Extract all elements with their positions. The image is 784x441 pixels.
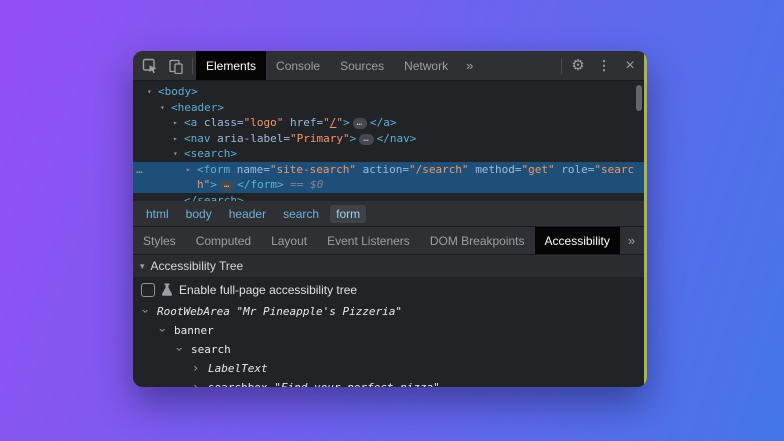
enable-full-page-checkbox[interactable] xyxy=(141,283,155,297)
collapsed-content-ellipsis-badge: … xyxy=(220,180,234,191)
window-edge-strip xyxy=(644,51,647,387)
main-panel-tabs: ElementsConsoleSourcesNetwork xyxy=(196,51,458,80)
breadcrumb-body[interactable]: body xyxy=(180,205,218,223)
tab-elements[interactable]: Elements xyxy=(196,51,266,80)
row-actions-dots-icon[interactable]: … xyxy=(136,162,144,178)
accessibility-tree: ›RootWebArea "Mr Pineapple's Pizzeria"›b… xyxy=(133,302,647,387)
breadcrumb-html[interactable]: html xyxy=(140,205,175,223)
collapse-arrow-icon[interactable]: ▸ xyxy=(186,162,191,178)
device-toolbar-icon xyxy=(168,58,184,74)
collapsed-content-ellipsis-badge: … xyxy=(359,134,373,145)
expand-arrow-icon[interactable]: ▾ xyxy=(147,84,152,100)
a11y-tree-row[interactable]: ›LabelText xyxy=(133,359,647,378)
sidebar-tabs: StylesComputedLayoutEvent ListenersDOM B… xyxy=(133,227,620,254)
dom-tree-row[interactable]: …▸<form name="site-search" action="/sear… xyxy=(133,162,647,193)
breadcrumb-form[interactable]: form xyxy=(330,205,366,223)
more-sidebar-tabs-button[interactable]: » xyxy=(620,227,643,254)
dom-tree-pane: ▾<body>▾<header>▸<a class="logo" href="/… xyxy=(133,81,647,201)
device-toolbar-button[interactable] xyxy=(163,51,189,80)
breadcrumb-bar: html body header search form xyxy=(133,201,647,227)
collapsed-content-ellipsis-badge: … xyxy=(353,118,367,129)
tab-dom-breakpoints[interactable]: DOM Breakpoints xyxy=(420,227,535,254)
breadcrumb-search[interactable]: search xyxy=(277,205,325,223)
customize-menu-button[interactable]: ⋮ xyxy=(591,51,617,80)
kebab-menu-icon: ⋮ xyxy=(598,59,611,72)
a11y-tree-row[interactable]: ›searchbox "Find your perfect pizza" xyxy=(133,378,647,387)
toolbar-separator xyxy=(192,58,193,74)
chevron-right-icon[interactable]: › xyxy=(192,359,199,378)
tab-styles[interactable]: Styles xyxy=(133,227,186,254)
chevron-down-icon[interactable]: › xyxy=(135,308,154,315)
tab-accessibility[interactable]: Accessibility xyxy=(535,227,620,254)
collapse-arrow-icon[interactable]: ▸ xyxy=(173,131,178,147)
dom-tree-row[interactable]: ▸<nav aria-label="Primary">…</nav> xyxy=(133,131,647,147)
settings-button[interactable]: ⚙ xyxy=(565,51,591,80)
full-page-a11y-toggle-row: Enable full-page accessibility tree xyxy=(133,277,647,302)
tab-console[interactable]: Console xyxy=(266,51,330,80)
section-expand-triangle-icon: ▾ xyxy=(140,261,145,272)
section-title: Accessibility Tree xyxy=(151,259,244,273)
scrollbar-thumb[interactable] xyxy=(636,85,642,111)
toolbar-right-cluster: ⚙ ⋮ × xyxy=(558,51,647,80)
tab-computed[interactable]: Computed xyxy=(186,227,261,254)
devtools-toolbar: ElementsConsoleSourcesNetwork » ⚙ ⋮ × xyxy=(133,51,647,81)
dom-tree-row[interactable]: ▾<body> xyxy=(133,84,647,100)
tab-event-listeners[interactable]: Event Listeners xyxy=(317,227,420,254)
tab-layout[interactable]: Layout xyxy=(261,227,317,254)
inspect-cursor-icon xyxy=(142,58,158,74)
sidebar-tab-bar: StylesComputedLayoutEvent ListenersDOM B… xyxy=(133,227,647,255)
chevron-right-icon[interactable]: › xyxy=(192,378,199,387)
tab-sources[interactable]: Sources xyxy=(330,51,394,80)
expand-arrow-icon[interactable]: ▾ xyxy=(160,100,165,116)
breadcrumb-header[interactable]: header xyxy=(223,205,272,223)
close-icon: × xyxy=(625,58,634,74)
gear-icon: ⚙ xyxy=(571,58,584,73)
dom-tree-row[interactable]: ▾<header> xyxy=(133,100,647,116)
tab-network[interactable]: Network xyxy=(394,51,458,80)
dom-tree-row[interactable]: ▸<a class="logo" href="/">…</a> xyxy=(133,115,647,131)
collapse-arrow-icon[interactable]: ▸ xyxy=(173,115,178,131)
chevron-down-icon[interactable]: › xyxy=(152,327,171,334)
chevron-down-icon[interactable]: › xyxy=(169,346,188,353)
a11y-tree-row[interactable]: ›search xyxy=(133,340,647,359)
checkbox-label: Enable full-page accessibility tree xyxy=(179,283,357,297)
more-tabs-icon: » xyxy=(466,58,473,73)
dom-tree-row[interactable]: ▾<search> xyxy=(133,146,647,162)
close-devtools-button[interactable]: × xyxy=(617,51,643,80)
a11y-tree-row[interactable]: ›RootWebArea "Mr Pineapple's Pizzeria" xyxy=(133,302,647,321)
a11y-tree-row[interactable]: ›banner xyxy=(133,321,647,340)
expand-arrow-icon[interactable]: ▾ xyxy=(173,146,178,162)
experiment-flask-icon xyxy=(161,283,173,297)
dom-tree-row[interactable]: </search> xyxy=(133,193,647,202)
inspect-element-button[interactable] xyxy=(137,51,163,80)
accessibility-tree-section-header[interactable]: ▾ Accessibility Tree xyxy=(133,255,647,277)
more-tabs-icon: » xyxy=(628,233,635,248)
more-panels-button[interactable]: » xyxy=(458,51,481,80)
devtools-window: ElementsConsoleSourcesNetwork » ⚙ ⋮ × ▾<… xyxy=(133,51,647,387)
toolbar-separator xyxy=(561,58,562,74)
